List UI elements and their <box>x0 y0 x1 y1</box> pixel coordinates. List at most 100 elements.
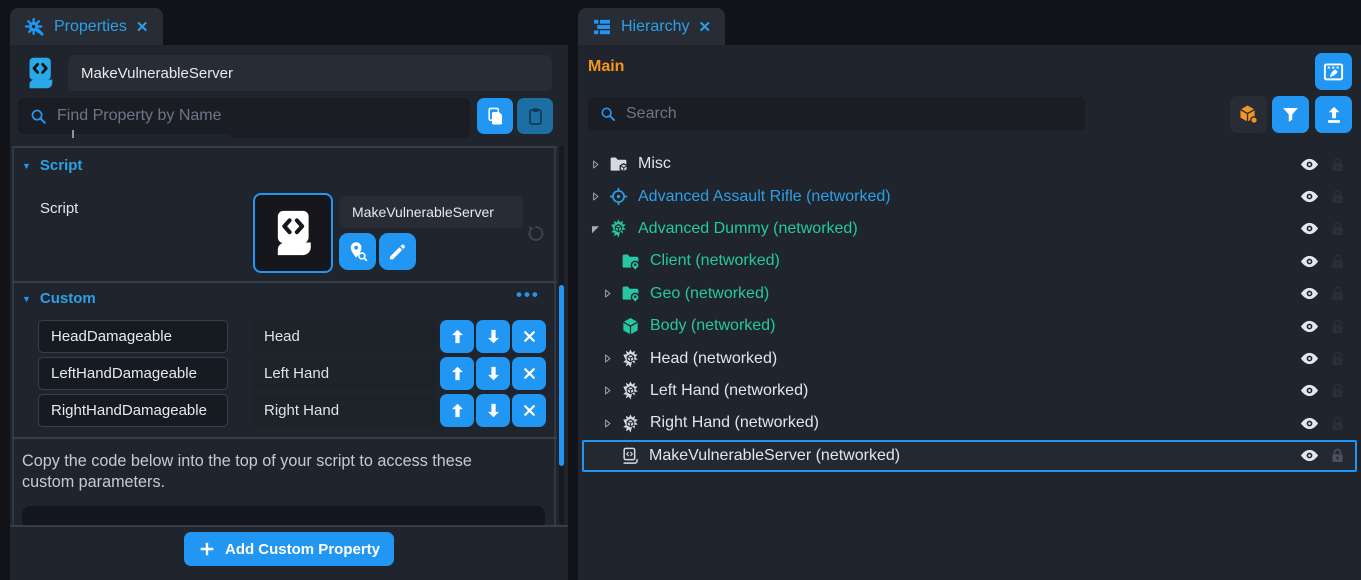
close-icon[interactable]: ✕ <box>136 18 149 36</box>
tree-item-geo[interactable]: Geo (networked) <box>582 278 1357 310</box>
move-up-button[interactable] <box>440 357 474 390</box>
move-up-button[interactable] <box>440 320 474 353</box>
expander[interactable] <box>589 189 602 204</box>
script-asset-thumbnail[interactable] <box>253 193 333 273</box>
delete-property-button[interactable] <box>512 394 546 427</box>
lock-icon[interactable] <box>1328 187 1347 206</box>
triangle-collapsed-icon <box>601 351 614 366</box>
custom-property-name: HeadDamageable <box>51 328 172 345</box>
reset-icon[interactable] <box>525 223 546 244</box>
expander[interactable] <box>601 286 614 301</box>
networked-filter-button[interactable] <box>1230 96 1267 133</box>
move-down-button[interactable] <box>476 357 510 390</box>
custom-property-name-field[interactable]: RightHandDamageable <box>38 394 228 427</box>
arrow-down-icon <box>484 327 503 346</box>
visibility-eye-icon[interactable] <box>1299 316 1320 337</box>
filter-button[interactable] <box>1272 96 1309 133</box>
move-down-button[interactable] <box>476 320 510 353</box>
copy-properties-button[interactable] <box>477 98 513 134</box>
close-icon[interactable]: ✕ <box>698 18 711 36</box>
tree-item-label: Client (networked) <box>650 252 780 270</box>
custom-property-value-field[interactable]: Left Hand <box>252 357 438 390</box>
collapse-arrow-icon[interactable]: ▼ <box>22 161 31 171</box>
script-icon <box>620 446 640 466</box>
expander[interactable] <box>589 222 602 236</box>
damageable-dummy-icon <box>620 413 641 434</box>
add-custom-property-label: Add Custom Property <box>225 541 380 558</box>
add-custom-property-button[interactable]: Add Custom Property <box>184 532 394 566</box>
tree-item-left-hand[interactable]: Left Hand (networked) <box>582 375 1357 407</box>
custom-property-name: RightHandDamageable <box>51 402 207 419</box>
hierarchy-icon <box>592 17 612 37</box>
tree-item-misc[interactable]: Misc <box>582 148 1357 180</box>
upload-button[interactable] <box>1315 96 1352 133</box>
expander[interactable] <box>601 351 614 366</box>
paste-properties-button[interactable] <box>517 98 553 134</box>
find-script-button[interactable] <box>339 233 376 270</box>
tree-item-right-hand[interactable]: Right Hand (networked) <box>582 407 1357 439</box>
hierarchy-tab[interactable]: Hierarchy ✕ <box>578 8 725 45</box>
lock-icon[interactable] <box>1328 349 1347 368</box>
visibility-eye-icon[interactable] <box>1299 218 1320 239</box>
custom-property-value-field[interactable]: Head <box>252 320 438 353</box>
visibility-eye-icon[interactable] <box>1299 348 1320 369</box>
expander[interactable] <box>601 416 614 431</box>
visibility-eye-icon[interactable] <box>1299 186 1320 207</box>
funnel-icon <box>1280 104 1301 125</box>
tree-item-head[interactable]: Head (networked) <box>582 342 1357 374</box>
hierarchy-search-input[interactable] <box>626 105 1074 123</box>
lock-icon[interactable] <box>1328 252 1347 271</box>
custom-property-value-field[interactable]: Right Hand <box>252 394 438 427</box>
custom-section-header[interactable]: ▼ Custom <box>22 290 96 307</box>
lock-icon[interactable] <box>1328 317 1347 336</box>
lock-icon[interactable] <box>1328 284 1347 303</box>
script-name-field[interactable]: MakeVulnerableServer <box>339 196 523 228</box>
move-down-button[interactable] <box>476 394 510 427</box>
lock-icon[interactable] <box>1328 446 1347 465</box>
tree-item-makevulnerableserver[interactable]: MakeVulnerableServer (networked) <box>582 440 1357 472</box>
folder-pin-icon <box>620 251 641 272</box>
object-name-field[interactable]: MakeVulnerableServer <box>68 55 552 91</box>
tree-item-advanced-assault-rifle[interactable]: Advanced Assault Rifle (networked) <box>582 180 1357 212</box>
damageable-dummy-icon <box>620 380 641 401</box>
x-icon <box>521 365 538 382</box>
visibility-eye-icon[interactable] <box>1299 380 1320 401</box>
publish-game-button[interactable] <box>1315 53 1352 90</box>
script-section-header[interactable]: ▼ Script <box>22 157 82 174</box>
expander[interactable] <box>601 383 614 398</box>
networked-cube-icon <box>1237 103 1260 126</box>
tree-item-body[interactable]: Body (networked) <box>582 310 1357 342</box>
custom-property-name-field[interactable]: HeadDamageable <box>38 320 228 353</box>
triangle-collapsed-icon <box>589 189 602 204</box>
scrollbar-thumb[interactable] <box>559 285 564 466</box>
lock-icon[interactable] <box>1328 155 1347 174</box>
lock-icon[interactable] <box>1328 381 1347 400</box>
lock-icon[interactable] <box>1328 414 1347 433</box>
visibility-eye-icon[interactable] <box>1299 154 1320 175</box>
pin-search-icon <box>346 240 369 263</box>
move-up-button[interactable] <box>440 394 474 427</box>
properties-tab[interactable]: Properties ✕ <box>10 8 163 45</box>
visibility-eye-icon[interactable] <box>1299 445 1320 466</box>
tree-item-advanced-dummy[interactable]: Advanced Dummy (networked) <box>582 213 1357 245</box>
custom-help-text: Copy the code below into the top of your… <box>22 451 522 493</box>
delete-property-button[interactable] <box>512 357 546 390</box>
properties-tab-label: Properties <box>54 18 127 36</box>
more-menu-icon[interactable]: ••• <box>516 285 540 305</box>
triangle-collapsed-icon <box>589 157 602 172</box>
tree-item-client[interactable]: Client (networked) <box>582 245 1357 277</box>
lock-icon[interactable] <box>1328 219 1347 238</box>
visibility-eye-icon[interactable] <box>1299 413 1320 434</box>
visibility-eye-icon[interactable] <box>1299 251 1320 272</box>
edit-script-button[interactable] <box>379 233 416 270</box>
property-search-input[interactable] <box>57 107 459 125</box>
plus-icon <box>198 540 216 558</box>
visibility-eye-icon[interactable] <box>1299 283 1320 304</box>
delete-property-button[interactable] <box>512 320 546 353</box>
tree-item-label: Left Hand (networked) <box>650 382 808 400</box>
expander[interactable] <box>589 157 602 172</box>
collapse-arrow-icon[interactable]: ▼ <box>22 294 31 304</box>
cube-icon <box>620 316 641 337</box>
arrow-up-icon <box>448 327 467 346</box>
custom-property-name-field[interactable]: LeftHandDamageable <box>38 357 228 390</box>
